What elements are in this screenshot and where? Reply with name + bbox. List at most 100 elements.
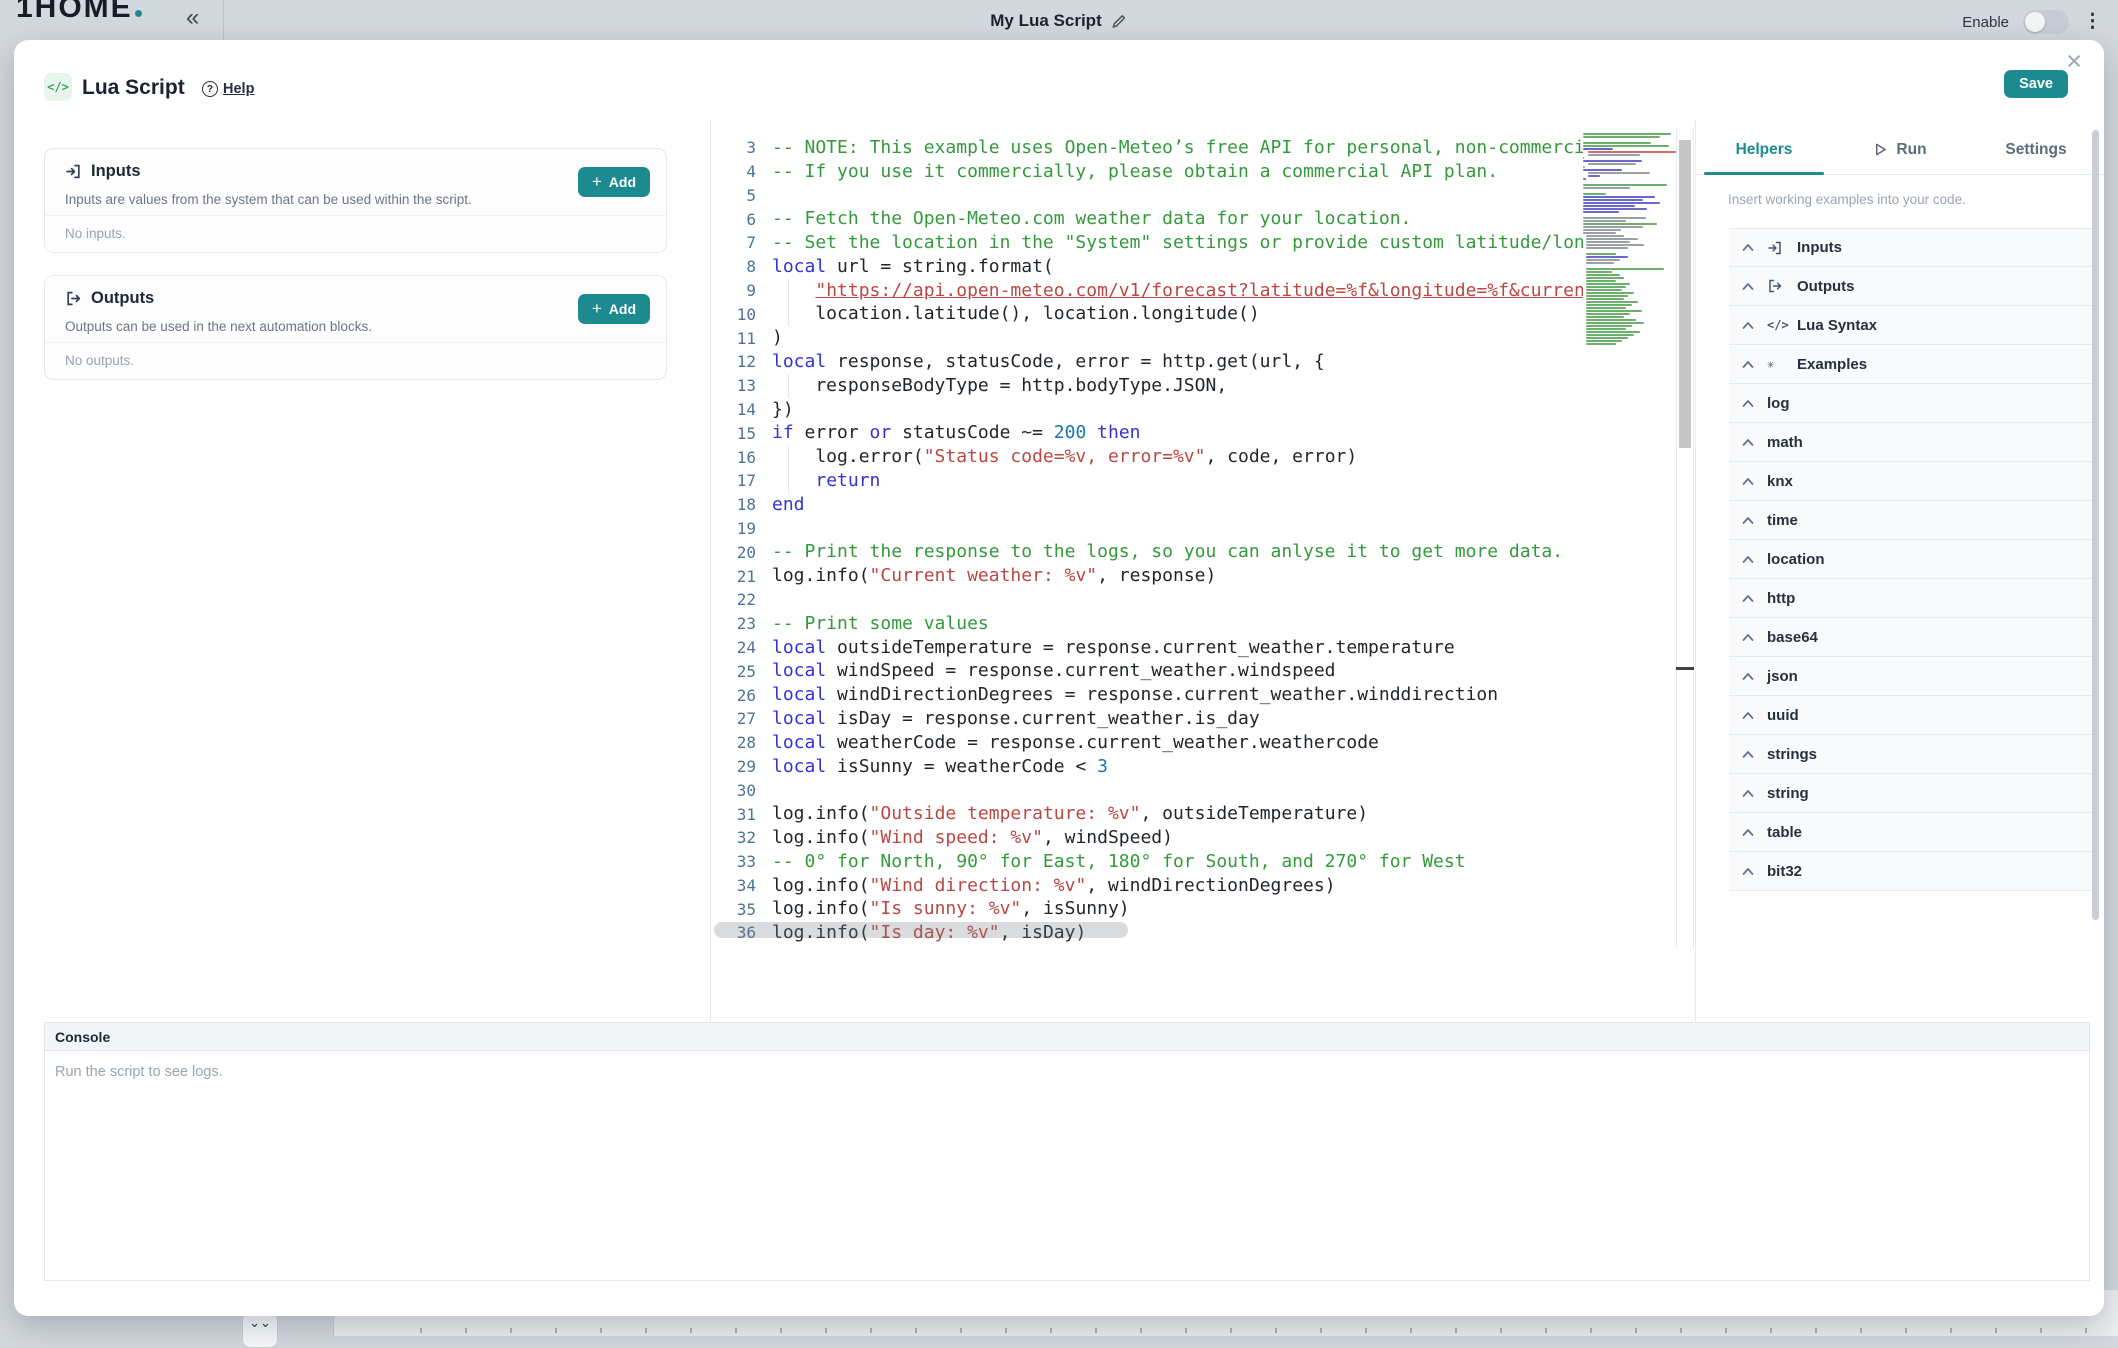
line-number: 8 [712, 257, 772, 276]
code-line: 18end [712, 493, 1583, 517]
chevron-up-icon [1742, 672, 1754, 681]
line-number: 17 [712, 471, 772, 490]
line-number: 18 [712, 495, 772, 514]
helper-item-location[interactable]: location [1729, 540, 2096, 579]
helper-item-knx[interactable]: knx [1729, 462, 2096, 501]
helper-item-table[interactable]: table [1729, 813, 2096, 852]
save-button[interactable]: Save [2004, 70, 2068, 98]
sparkle-icon: ✳ [1767, 357, 1784, 371]
helper-item-examples[interactable]: ✳Examples [1729, 345, 2096, 384]
minimap[interactable] [1583, 130, 1676, 346]
line-number: 22 [712, 590, 772, 609]
line-number: 31 [712, 805, 772, 824]
helper-item-label: knx [1767, 473, 1793, 490]
line-number: 27 [712, 709, 772, 728]
helper-item-json[interactable]: json [1729, 657, 2096, 696]
nav-divider [223, 0, 224, 44]
enable-toggle[interactable] [2023, 10, 2069, 34]
console-placeholder: Run the script to see logs. [45, 1051, 2089, 1093]
line-number: 29 [712, 757, 772, 776]
background-node-icon: ⌄⌄ [242, 1312, 278, 1348]
code-line: 13 responseBodyType = http.bodyType.JSON… [712, 374, 1583, 398]
helper-item-http[interactable]: http [1729, 579, 2096, 618]
no-outputs-text: No outputs. [65, 353, 134, 368]
helper-item-lua-syntax[interactable]: </>Lua Syntax [1729, 306, 2096, 345]
code-line: 24local outsideTemperature = response.cu… [712, 636, 1583, 660]
code-line: 7-- Set the location in the "System" set… [712, 231, 1583, 255]
app-logo[interactable]: 1HOME [16, 0, 142, 25]
export-icon [1767, 278, 1784, 294]
editor-scrollbar-thumb[interactable] [1679, 140, 1691, 448]
helper-item-math[interactable]: math [1729, 423, 2096, 462]
close-icon[interactable]: × [2066, 48, 2082, 75]
helper-item-label: log [1767, 395, 1790, 412]
code-editor[interactable]: 23-- NOTE: This example uses Open-Meteo’… [712, 129, 1695, 948]
add-input-button[interactable]: +Add [578, 167, 650, 197]
helper-item-bit32[interactable]: bit32 [1729, 852, 2096, 891]
code-line: 30 [712, 778, 1583, 802]
line-number: 28 [712, 733, 772, 752]
line-number: 14 [712, 400, 772, 419]
chevron-up-icon [1742, 828, 1754, 837]
code-line: 25local windSpeed = response.current_wea… [712, 659, 1583, 683]
add-output-button[interactable]: +Add [578, 294, 650, 324]
indent-guide [788, 374, 789, 398]
helper-item-uuid[interactable]: uuid [1729, 696, 2096, 735]
inputs-import-icon [65, 163, 82, 180]
helper-item-outputs[interactable]: Outputs [1729, 267, 2096, 306]
chevron-up-icon [1742, 321, 1754, 330]
inputs-card: Inputs Inputs are values from the system… [44, 148, 667, 253]
help-link[interactable]: ? Help [202, 81, 254, 97]
tab-helpers[interactable]: Helpers [1696, 125, 1832, 174]
code-line: 32log.info("Wind speed: %v", windSpeed) [712, 826, 1583, 850]
helper-item-string[interactable]: string [1729, 774, 2096, 813]
tab-run[interactable]: Run [1832, 125, 1968, 174]
indent-guide [788, 302, 789, 326]
line-number: 10 [712, 305, 772, 324]
code-line: 16 log.error("Status code=%v, error=%v",… [712, 445, 1583, 469]
code-line: 33-- 0° for North, 90° for East, 180° fo… [712, 850, 1583, 874]
helper-item-label: json [1767, 668, 1798, 685]
indent-guide [788, 445, 789, 469]
code-line: 2 [712, 129, 1583, 136]
helper-item-label: location [1767, 551, 1825, 568]
kebab-menu-icon[interactable]: ⋮ [2083, 10, 2102, 34]
helper-item-base64[interactable]: base64 [1729, 618, 2096, 657]
console-header: Console [45, 1023, 2089, 1051]
code-line: 17 return [712, 469, 1583, 493]
script-title: My Lua Script [990, 11, 1101, 31]
play-icon [1873, 142, 1888, 157]
line-number: 13 [712, 376, 772, 395]
code-line: 8local url = string.format( [712, 255, 1583, 279]
code-line: 29local isSunny = weatherCode < 3 [712, 755, 1583, 779]
helper-item-strings[interactable]: strings [1729, 735, 2096, 774]
code-line: 35log.info("Is sunny: %v", isSunny) [712, 897, 1583, 921]
chevron-up-icon [1742, 516, 1754, 525]
horizontal-scrollbar[interactable] [714, 922, 1128, 938]
helper-item-time[interactable]: time [1729, 501, 2096, 540]
helper-item-label: bit32 [1767, 863, 1802, 880]
tab-settings[interactable]: Settings [1968, 125, 2104, 174]
logo-dot [135, 10, 142, 17]
scrollbar-marker [1676, 667, 1694, 670]
chevron-up-icon [1742, 633, 1754, 642]
edit-pencil-icon[interactable] [1112, 13, 1128, 29]
helper-item-label: time [1767, 512, 1798, 529]
helper-item-label: string [1767, 785, 1809, 802]
left-panel-divider [710, 120, 711, 1022]
line-number: 3 [712, 138, 772, 157]
chevron-up-icon [1742, 867, 1754, 876]
line-number: 33 [712, 852, 772, 871]
panel-scrollbar[interactable] [2092, 130, 2099, 920]
helper-item-log[interactable]: log [1729, 384, 2096, 423]
code-line: 31log.info("Outside temperature: %v", ou… [712, 802, 1583, 826]
code-line: 34log.info("Wind direction: %v", windDir… [712, 874, 1583, 898]
code-line: 20-- Print the response to the logs, so … [712, 540, 1583, 564]
sidebar-collapse-icon[interactable]: « [186, 4, 199, 32]
code-line: 19 [712, 517, 1583, 541]
code-line: 3-- NOTE: This example uses Open-Meteo’s… [712, 136, 1583, 160]
line-number: 26 [712, 686, 772, 705]
helper-item-inputs[interactable]: Inputs [1729, 228, 2096, 267]
code-line: 14}) [712, 398, 1583, 422]
line-number: 5 [712, 186, 772, 205]
